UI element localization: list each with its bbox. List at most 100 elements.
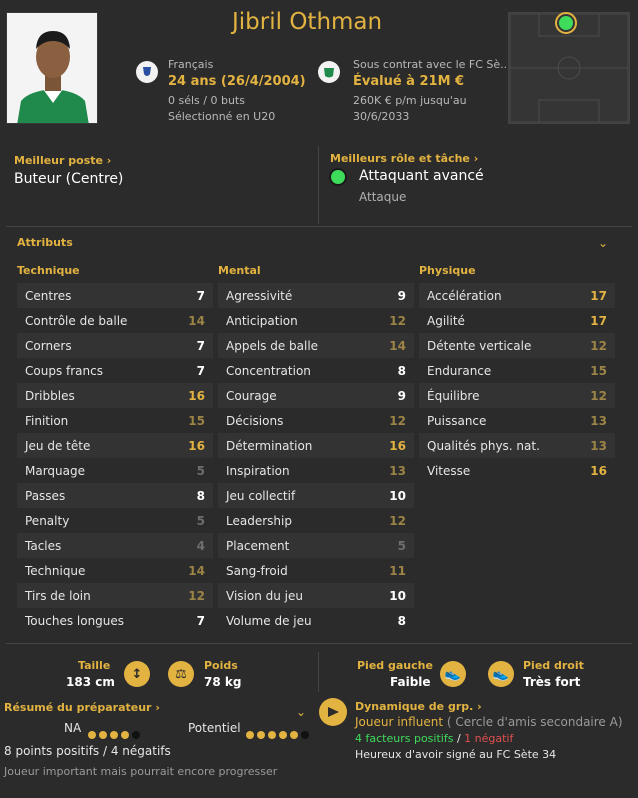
attr-row[interactable]: Courage 9 [218, 383, 414, 408]
attr-row[interactable]: Anticipation 12 [218, 308, 414, 333]
attr-row[interactable]: Penalty 5 [17, 508, 213, 533]
star-icon [246, 731, 254, 739]
attr-row[interactable]: Accélération 17 [419, 283, 615, 308]
attr-row[interactable]: Jeu collectif 10 [218, 483, 414, 508]
best-role-duty: Attaque [359, 190, 407, 204]
physique-title: Physique [419, 264, 476, 277]
attr-row[interactable]: Agilité 17 [419, 308, 615, 333]
attr-row[interactable]: Passes 8 [17, 483, 213, 508]
left-boot-icon: 👟 [440, 661, 466, 687]
group-factors: 4 facteurs positifs / 1 négatif [355, 732, 514, 745]
group-note: Heureux d'avoir signé au FC Sète 34 [355, 748, 557, 761]
player-photo [6, 12, 98, 124]
attr-row[interactable]: Tacles 4 [17, 533, 213, 558]
star-empty-icon [301, 731, 309, 739]
mental-title: Mental [218, 264, 261, 277]
divider [318, 652, 319, 692]
coach-report-link[interactable]: Résumé du préparateur › [4, 701, 160, 714]
attr-row[interactable]: Marquage 5 [17, 458, 213, 483]
attr-row[interactable]: Placement 5 [218, 533, 414, 558]
star-icon [88, 731, 96, 739]
attr-row[interactable]: Vision du jeu 10 [218, 583, 414, 608]
star-icon [110, 731, 118, 739]
right-boot-icon: 👟 [488, 661, 514, 687]
nationality: Français [168, 58, 214, 71]
attr-row[interactable]: Détermination 16 [218, 433, 414, 458]
role-status-icon [329, 168, 347, 186]
contract-end: 30/6/2033 [353, 110, 410, 123]
attr-row[interactable]: Endurance 15 [419, 358, 615, 383]
chevron-down-icon[interactable]: ⌄ [296, 705, 306, 719]
star-icon [121, 731, 129, 739]
attr-row[interactable]: Corners 7 [17, 333, 213, 358]
divider [318, 146, 319, 224]
weight-label: Poids [204, 659, 238, 672]
star-empty-icon [132, 731, 140, 739]
attr-row[interactable]: Équilibre 12 [419, 383, 615, 408]
report-points: 8 points positifs / 4 négatifs [4, 744, 171, 758]
mental-attributes: Agressivité 9 Anticipation 12 Appels de ba… [218, 283, 414, 633]
megaphone-icon [319, 698, 347, 726]
right-foot-label: Pied droit [523, 659, 584, 672]
height-icon: ↕ [124, 661, 150, 687]
attr-row[interactable]: Coups francs 7 [17, 358, 213, 383]
player-name: Jibril Othman [232, 9, 383, 35]
best-role-value: Attaquant avancé [359, 168, 484, 184]
age: 24 ans (26/4/2004) [168, 74, 306, 89]
attr-row[interactable]: Contrôle de balle 14 [17, 308, 213, 333]
wage: 260K € p/m jusqu'au [353, 94, 467, 107]
contract-club[interactable]: Sous contrat avec le FC Sè... [353, 58, 511, 71]
divider [6, 226, 632, 227]
divider [6, 643, 632, 644]
star-icon [279, 731, 287, 739]
attr-row[interactable]: Décisions 12 [218, 408, 414, 433]
selection-status: Sélectionné en U20 [168, 110, 276, 123]
attr-row[interactable]: Centres 7 [17, 283, 213, 308]
star-icon [99, 731, 107, 739]
star-icon [257, 731, 265, 739]
attr-row[interactable]: Technique 14 [17, 558, 213, 583]
group-status: Joueur influent ( Cercle d'amis secondai… [355, 715, 623, 729]
attr-row[interactable]: Finition 15 [17, 408, 213, 433]
physique-attributes: Accélération 17 Agilité 17 Détente vertica… [419, 283, 615, 483]
height-value: 183 cm [66, 675, 115, 689]
attr-row[interactable]: Leadership 12 [218, 508, 414, 533]
attr-row[interactable]: Sang-froid 11 [218, 558, 414, 583]
right-foot-value: Très fort [523, 675, 581, 689]
attr-row[interactable]: Vitesse 16 [419, 458, 615, 483]
left-foot-label: Pied gauche [357, 659, 433, 672]
star-icon [268, 731, 276, 739]
attr-row[interactable]: Volume de jeu 8 [218, 608, 414, 633]
technique-attributes: Centres 7 Contrôle de balle 14 Corners 7 Co… [17, 283, 213, 633]
best-position-value: Buteur (Centre) [14, 171, 124, 187]
weight-icon: ⚖ [168, 661, 194, 687]
attr-row[interactable]: Jeu de tête 16 [17, 433, 213, 458]
height-label: Taille [78, 659, 111, 672]
attr-row[interactable]: Dribbles 16 [17, 383, 213, 408]
international-caps: 0 séls / 0 buts [168, 94, 245, 107]
club-crest-icon[interactable] [318, 61, 340, 83]
attributes-title: Attributs [17, 236, 73, 249]
potential-label: Potentiel [188, 721, 241, 735]
best-role-link[interactable]: Meilleurs rôle et tâche › [330, 152, 478, 165]
attr-row[interactable]: Touches longues 7 [17, 608, 213, 633]
position-marker-icon [555, 12, 577, 34]
star-icon [290, 731, 298, 739]
attr-row[interactable]: Détente verticale 12 [419, 333, 615, 358]
attr-row[interactable]: Inspiration 13 [218, 458, 414, 483]
chevron-down-icon[interactable]: ⌄ [598, 236, 608, 250]
player-value: Évalué à 21M € [353, 74, 465, 89]
na-rating [88, 724, 143, 743]
attr-row[interactable]: Agressivité 9 [218, 283, 414, 308]
attr-row[interactable]: Tirs de loin 12 [17, 583, 213, 608]
left-foot-value: Faible [390, 675, 431, 689]
france-flag-icon [136, 61, 158, 83]
na-label: NA [64, 721, 82, 735]
weight-value: 78 kg [204, 675, 242, 689]
attr-row[interactable]: Concentration 8 [218, 358, 414, 383]
group-dynamics-link[interactable]: Dynamique de grp. › [355, 700, 482, 713]
attr-row[interactable]: Puissance 13 [419, 408, 615, 433]
attr-row[interactable]: Appels de balle 14 [218, 333, 414, 358]
best-position-link[interactable]: Meilleur poste › [14, 154, 111, 167]
attr-row[interactable]: Qualités phys. nat. 13 [419, 433, 615, 458]
